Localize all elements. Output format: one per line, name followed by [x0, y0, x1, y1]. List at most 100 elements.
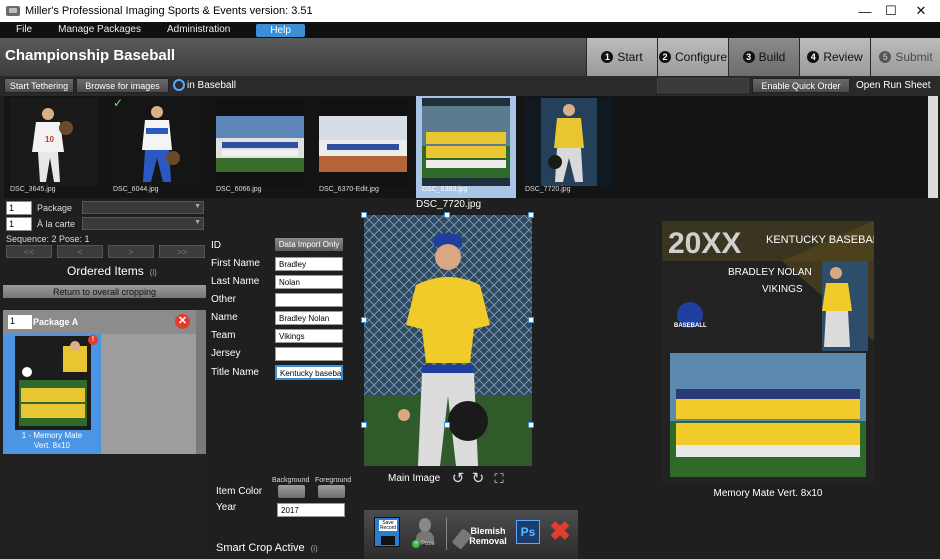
first-name-field[interactable]: Bradley — [275, 257, 343, 271]
step-build[interactable]: 3 Build — [728, 38, 799, 76]
package-item-image — [15, 336, 91, 430]
other-field[interactable] — [275, 293, 343, 307]
step-label: Submit — [895, 50, 933, 64]
search-icon[interactable] — [173, 79, 185, 91]
other-label: Other — [211, 294, 237, 305]
package-dropdown[interactable] — [82, 201, 204, 214]
crop-handle[interactable] — [444, 422, 450, 428]
info-icon[interactable]: (i) — [311, 544, 318, 553]
package-header: 1 Package A ✕ — [3, 310, 205, 334]
package-a-qty-input[interactable]: 1 — [8, 315, 32, 329]
rotate-right-icon[interactable]: ↻ — [470, 471, 486, 487]
crop-handle[interactable] — [528, 212, 534, 218]
search-scope-label: in Baseball — [187, 80, 236, 91]
last-button[interactable]: >> — [159, 245, 205, 258]
browse-images-button[interactable]: Browse for images — [76, 78, 169, 93]
step-label: Start — [617, 50, 643, 64]
close-window-button[interactable]: ✕ — [906, 0, 936, 22]
team-field[interactable]: Vikings — [275, 329, 343, 343]
alacarte-dropdown[interactable] — [82, 217, 204, 230]
blemish-removal-button[interactable]: Blemish Removal — [467, 526, 509, 546]
thumbnail-scrollbar[interactable] — [928, 96, 938, 198]
package-qty-input[interactable]: 1 — [6, 201, 32, 215]
data-import-only-button[interactable]: Data Import Only — [275, 238, 343, 251]
enable-quick-order-button[interactable]: Enable Quick Order — [752, 78, 850, 93]
step-review[interactable]: 4 Review — [799, 38, 870, 76]
smart-crop-text: Smart Crop Active — [216, 542, 305, 554]
return-to-cropping-button[interactable]: Return to overall cropping — [3, 285, 206, 298]
last-name-field[interactable]: Nolan — [275, 275, 343, 289]
crop-handle[interactable] — [444, 212, 450, 218]
menu-file[interactable]: File — [0, 22, 42, 38]
workflow-steps: 1 Start 2 Configure 3 Build 4 Review 5 Submit — [586, 38, 940, 76]
step-number: 1 — [601, 51, 614, 63]
jersey-field[interactable] — [275, 347, 343, 361]
step-submit[interactable]: 5 Submit — [870, 38, 940, 76]
step-number: 4 — [807, 51, 820, 63]
thumbnail[interactable]: DSC_6066.jpg — [210, 96, 310, 198]
app-window: Miller's Professional Imaging Sports & E… — [0, 0, 940, 559]
step-label: Review — [823, 50, 863, 64]
photoshop-icon[interactable]: Ps — [516, 520, 540, 544]
crop-handle[interactable] — [361, 317, 367, 323]
save-record-icon[interactable]: Save Record — [374, 517, 400, 547]
header: Championship Baseball 1 Start 2 Configure … — [0, 38, 940, 76]
start-tethering-button[interactable]: Start Tethering — [4, 78, 74, 93]
next-button[interactable]: > — [108, 245, 154, 258]
year-field[interactable]: 2017 — [277, 503, 345, 517]
item-color-label: Item Color — [216, 486, 263, 497]
save-record-label: Save Record — [379, 520, 397, 531]
action-toolbar: Save Record + Pose Blemish Removal Ps ✖ — [364, 510, 578, 559]
crop-handle[interactable] — [361, 422, 367, 428]
pose-label: Pose — [421, 541, 435, 547]
menu-manage-packages[interactable]: Manage Packages — [42, 22, 151, 38]
title-name-field[interactable]: Kentucky baseba — [275, 365, 343, 380]
menu-help[interactable]: Help — [256, 23, 305, 37]
check-icon: ✓ — [113, 96, 124, 110]
preview-title: KENTUCKY BASEBALL — [766, 234, 874, 246]
memory-mate-preview: 20XX KENTUCKY BASEBALL BRADLEY NOLAN VIK… — [662, 221, 874, 486]
event-title: Championship Baseball — [5, 47, 176, 64]
maximize-button[interactable]: ☐ — [876, 0, 906, 22]
thumbnail[interactable]: DSC_6370-Edit.jpg — [313, 96, 413, 198]
foreground-color-swatch[interactable] — [318, 485, 345, 498]
step-configure[interactable]: 2 Configure — [657, 38, 728, 76]
open-run-sheet-link[interactable]: Open Run Sheet — [856, 80, 931, 91]
thumbnail-image — [525, 98, 613, 186]
sequence-pose-text: Sequence: 2 Pose: 1 — [6, 234, 90, 244]
background-color-swatch[interactable] — [278, 485, 305, 498]
name-field[interactable]: Bradley Nolan — [275, 311, 343, 325]
main-image-caption: Main Image — [388, 473, 441, 484]
blemish-line1: Blemish — [470, 526, 506, 536]
first-button[interactable]: << — [6, 245, 52, 258]
package-item[interactable]: ! 1 - Memory Mate Vert. 8x10 — [3, 334, 101, 454]
fullscreen-icon[interactable]: ⛶ — [491, 471, 507, 487]
thumbnail-image — [216, 98, 304, 186]
prev-button[interactable]: < — [57, 245, 103, 258]
step-number: 3 — [742, 51, 755, 63]
rotate-left-icon[interactable]: ↺ — [450, 471, 466, 487]
menu-administration[interactable]: Administration — [151, 22, 240, 38]
delete-icon[interactable]: ✖ — [548, 518, 572, 544]
window-title: Miller's Professional Imaging Sports & E… — [25, 5, 313, 17]
crop-handle[interactable] — [528, 317, 534, 323]
alacarte-qty-input[interactable]: 1 — [6, 217, 32, 231]
thumbnail-image — [319, 98, 407, 186]
year-label: Year — [216, 502, 237, 513]
remove-package-icon[interactable]: ✕ — [175, 314, 190, 329]
crop-handle[interactable] — [528, 422, 534, 428]
package-scrollbar[interactable] — [196, 310, 206, 454]
jersey-label: Jersey — [211, 348, 241, 359]
crop-handle[interactable] — [361, 212, 367, 218]
ordered-items-heading: Ordered Items (i) — [67, 264, 157, 278]
step-start[interactable]: 1 Start — [586, 38, 657, 76]
thumbnail[interactable]: 10 DSC_3645.jpg — [4, 96, 104, 198]
thumbnail[interactable]: ✓ DSC_6044.jpg — [107, 96, 207, 198]
thumbnail-selected[interactable]: DSC_6383.jpg — [416, 96, 516, 198]
package-panel: 1 Package A ✕ ! 1 - Memory Mate Vert. 8x1… — [3, 310, 205, 454]
thumbnail-filename: DSC_7720.jpg — [525, 186, 571, 193]
thumbnail-filename: DSC_6066.jpg — [216, 186, 262, 193]
info-icon[interactable]: (i) — [150, 268, 157, 277]
thumbnail[interactable]: DSC_7720.jpg — [519, 96, 619, 198]
main-image[interactable] — [364, 215, 532, 466]
